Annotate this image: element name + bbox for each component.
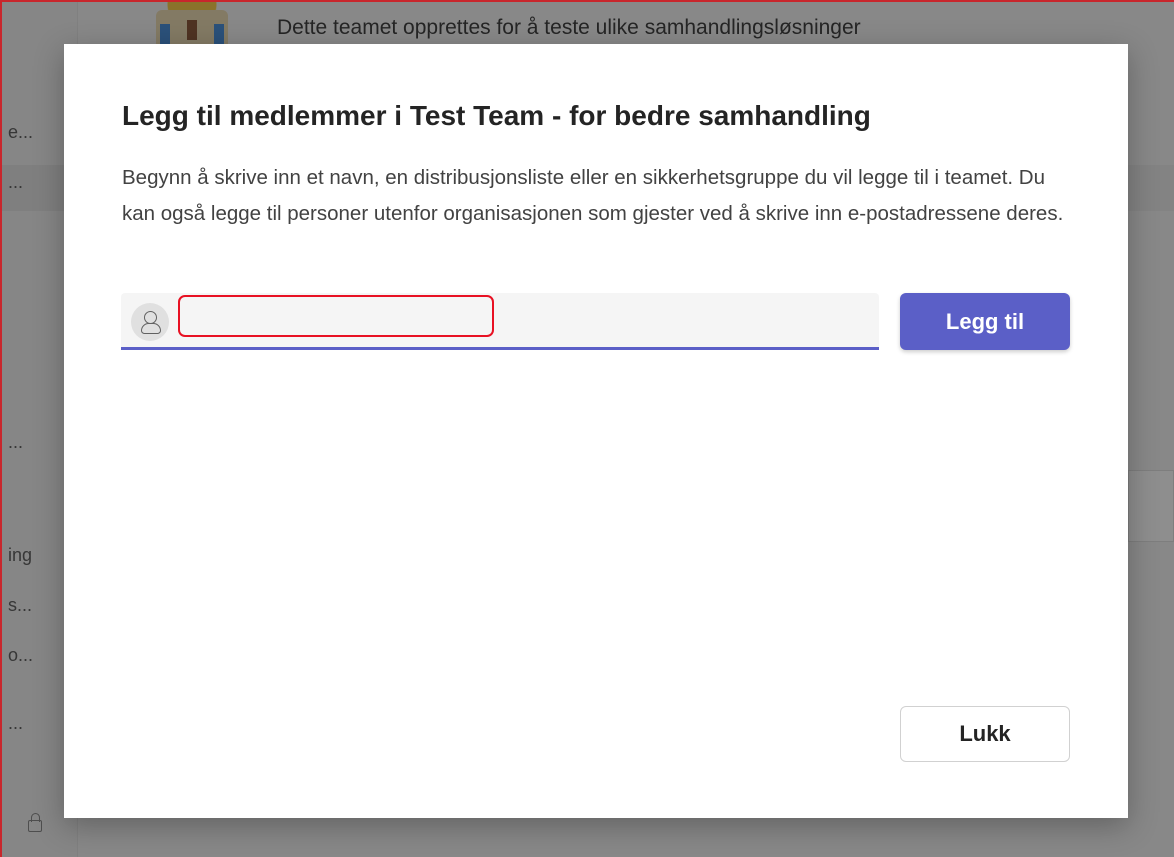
- add-button[interactable]: Legg til: [900, 293, 1070, 350]
- dialog-description: Begynn å skrive inn et navn, en distribu…: [122, 166, 1064, 225]
- people-picker[interactable]: [121, 293, 879, 350]
- dialog-title: Legg til medlemmer i Test Team - for bed…: [122, 100, 871, 131]
- add-members-dialog: Legg til medlemmer i Test Team - for bed…: [64, 44, 1128, 818]
- member-search-input[interactable]: [178, 295, 494, 337]
- close-button[interactable]: Lukk: [900, 706, 1070, 762]
- overlay-border: [0, 0, 2, 857]
- person-icon: [131, 303, 169, 341]
- overlay-border: [0, 0, 1174, 2]
